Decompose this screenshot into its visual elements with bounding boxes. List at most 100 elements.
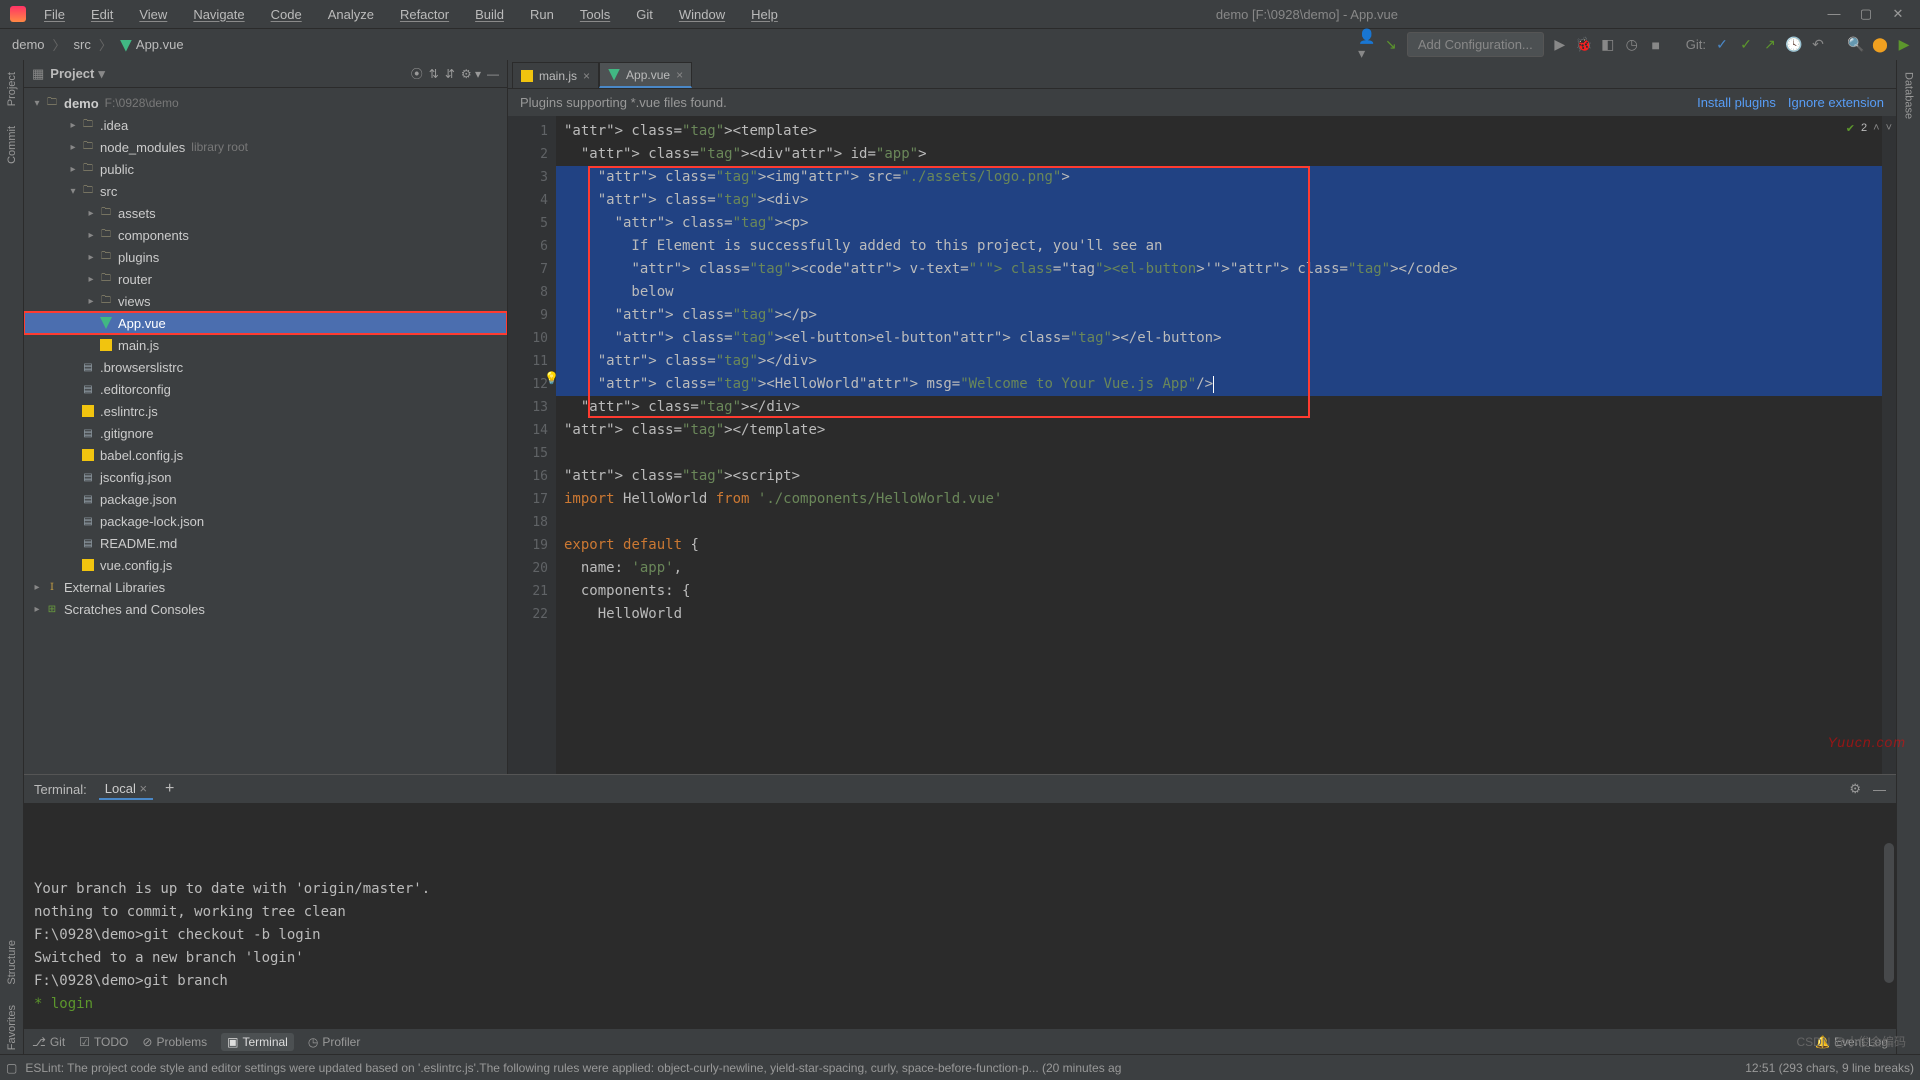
toolwin-structure[interactable]: Structure <box>6 936 18 989</box>
search-icon[interactable]: 🔍 <box>1848 37 1864 53</box>
add-configuration-button[interactable]: Add Configuration... <box>1407 32 1544 57</box>
bottom-tab-problems[interactable]: ⊘Problems <box>142 1035 207 1049</box>
caret-position[interactable]: 12:51 (293 chars, 9 line breaks) <box>1745 1061 1914 1075</box>
tree-item-node_modules[interactable]: ▸node_moduleslibrary root <box>24 136 507 158</box>
bottom-tab-todo[interactable]: ☑TODO <box>79 1035 128 1049</box>
tab-close-icon[interactable]: × <box>583 69 590 83</box>
ide-settings-icon[interactable]: ⬤ <box>1872 37 1888 53</box>
tree-item-package-lock-json[interactable]: ▤package-lock.json <box>24 510 507 532</box>
user-icon[interactable]: 👤▾ <box>1359 37 1375 53</box>
menu-refactor[interactable]: Refactor <box>388 3 461 26</box>
git-update-icon[interactable]: ✓ <box>1714 37 1730 53</box>
maximize-icon[interactable]: ▢ <box>1856 6 1876 22</box>
status-bar: ▢ ESLint: The project code style and edi… <box>0 1054 1920 1080</box>
toolwin-favorites[interactable]: Favorites <box>6 1001 18 1054</box>
menu-view[interactable]: View <box>127 3 179 26</box>
profile-icon[interactable]: ◷ <box>1624 37 1640 53</box>
project-tree[interactable]: ▾ demo F:\0928\demo ▸.idea▸node_modulesl… <box>24 88 507 774</box>
bottom-tab-profiler[interactable]: ◷Profiler <box>308 1035 361 1049</box>
hide-icon[interactable]: — <box>487 67 499 81</box>
line-gutter[interactable]: 12345678910111213141516171819202122 <box>508 116 556 774</box>
editor-tab-main-js[interactable]: main.js× <box>512 62 599 88</box>
terminal-new-tab-icon[interactable]: + <box>165 780 174 798</box>
tree-item-components[interactable]: ▸components <box>24 224 507 246</box>
menu-git[interactable]: Git <box>624 3 665 26</box>
tree-scratches[interactable]: ▸⊞ Scratches and Consoles <box>24 598 507 620</box>
tree-item-router[interactable]: ▸router <box>24 268 507 290</box>
code-content[interactable]: "attr"> class="tag"><template> "attr"> c… <box>556 116 1882 774</box>
breadcrumb[interactable]: App.vue <box>116 35 188 54</box>
menu-help[interactable]: Help <box>739 3 790 26</box>
close-icon[interactable]: ✕ <box>1888 6 1908 22</box>
tree-item--editorconfig[interactable]: ▤.editorconfig <box>24 378 507 400</box>
event-log-button[interactable]: 🔔Event Log <box>1815 1035 1888 1049</box>
expand-icon[interactable]: ⇅ <box>429 67 439 81</box>
tree-item--browserslistrc[interactable]: ▤.browserslistrc <box>24 356 507 378</box>
terminal-hide-icon[interactable]: — <box>1873 782 1886 797</box>
git-history-icon[interactable]: 🕓 <box>1786 37 1802 53</box>
toolwindows-icon[interactable]: ▢ <box>6 1061 17 1075</box>
code-editor[interactable]: 12345678910111213141516171819202122 "att… <box>508 116 1896 774</box>
menu-file[interactable]: File <box>32 3 77 26</box>
tree-item-babel-config-js[interactable]: babel.config.js <box>24 444 507 466</box>
tree-item--eslintrc-js[interactable]: .eslintrc.js <box>24 400 507 422</box>
locate-icon[interactable]: ⦿ <box>411 65 423 82</box>
terminal-tab[interactable]: Local × <box>99 779 153 800</box>
editor-tab-App-vue[interactable]: App.vue× <box>599 62 692 88</box>
tree-root[interactable]: ▾ demo F:\0928\demo <box>24 92 507 114</box>
tree-item--idea[interactable]: ▸.idea <box>24 114 507 136</box>
toolwin-commit[interactable]: Commit <box>6 122 18 168</box>
tree-item-package-json[interactable]: ▤package.json <box>24 488 507 510</box>
git-push-icon[interactable]: ↗ <box>1762 37 1778 53</box>
tree-item-plugins[interactable]: ▸plugins <box>24 246 507 268</box>
git-commit-icon[interactable]: ✓ <box>1738 37 1754 53</box>
menu-edit[interactable]: Edit <box>79 3 125 26</box>
menu-code[interactable]: Code <box>259 3 314 26</box>
tree-item-public[interactable]: ▸public <box>24 158 507 180</box>
toolwin-project[interactable]: Project <box>6 68 18 110</box>
collapse-icon[interactable]: ⇵ <box>445 67 455 81</box>
tree-item-vue-config-js[interactable]: vue.config.js <box>24 554 507 576</box>
editor-markers[interactable]: ✔ 2 ˄˅ <box>1882 116 1896 774</box>
build-hammer-icon[interactable]: ↘ <box>1383 37 1399 53</box>
tree-external-libs[interactable]: ▸𝕀 External Libraries <box>24 576 507 598</box>
settings-icon[interactable]: ⚙ ▾ <box>461 67 481 81</box>
tree-item-main-js[interactable]: main.js <box>24 334 507 356</box>
terminal-tab-close-icon[interactable]: × <box>139 781 147 796</box>
run-icon[interactable]: ▶ <box>1552 37 1568 53</box>
menu-tools[interactable]: Tools <box>568 3 622 26</box>
bottom-tab-terminal[interactable]: ▣Terminal <box>221 1033 294 1051</box>
terminal-settings-icon[interactable]: ⚙ <box>1849 781 1861 797</box>
breadcrumb[interactable]: demo <box>8 35 49 54</box>
tree-item-App-vue[interactable]: App.vue <box>24 312 507 334</box>
git-rollback-icon[interactable]: ↶ <box>1810 37 1826 53</box>
inspection-widget[interactable]: ✔ 2 ˄˅ <box>1882 116 1896 140</box>
ignore-extension-link[interactable]: Ignore extension <box>1788 95 1884 110</box>
menu-analyze[interactable]: Analyze <box>316 3 386 26</box>
terminal-output[interactable]: Your branch is up to date with 'origin/m… <box>24 803 1896 1028</box>
menu-build[interactable]: Build <box>463 3 516 26</box>
project-title[interactable]: Project ▾ <box>50 66 105 82</box>
tree-item-jsconfig-json[interactable]: ▤jsconfig.json <box>24 466 507 488</box>
menu-navigate[interactable]: Navigate <box>181 3 256 26</box>
coverage-icon[interactable]: ◧ <box>1600 37 1616 53</box>
tree-item-src[interactable]: ▾src <box>24 180 507 202</box>
tree-item--gitignore[interactable]: ▤.gitignore <box>24 422 507 444</box>
tree-item-assets[interactable]: ▸assets <box>24 202 507 224</box>
tree-item-views[interactable]: ▸views <box>24 290 507 312</box>
menu-run[interactable]: Run <box>518 3 566 26</box>
toolwin-database[interactable]: Database <box>1903 64 1915 127</box>
debug-icon[interactable]: 🐞 <box>1576 37 1592 53</box>
scrollbar-thumb[interactable] <box>1884 843 1894 983</box>
run-anything-icon[interactable]: ▶ <box>1896 37 1912 53</box>
tree-item-README-md[interactable]: ▤README.md <box>24 532 507 554</box>
bottom-tab-git[interactable]: ⎇Git <box>32 1035 65 1049</box>
stop-icon[interactable]: ■ <box>1648 37 1664 53</box>
menu-window[interactable]: Window <box>667 3 737 26</box>
install-plugins-link[interactable]: Install plugins <box>1697 95 1776 110</box>
check-icon: ✔ <box>1846 122 1855 135</box>
tab-close-icon[interactable]: × <box>676 68 683 82</box>
breadcrumb[interactable]: src <box>70 35 95 54</box>
minimize-icon[interactable]: — <box>1824 6 1844 22</box>
intention-bulb-icon[interactable]: 💡 <box>544 371 559 385</box>
